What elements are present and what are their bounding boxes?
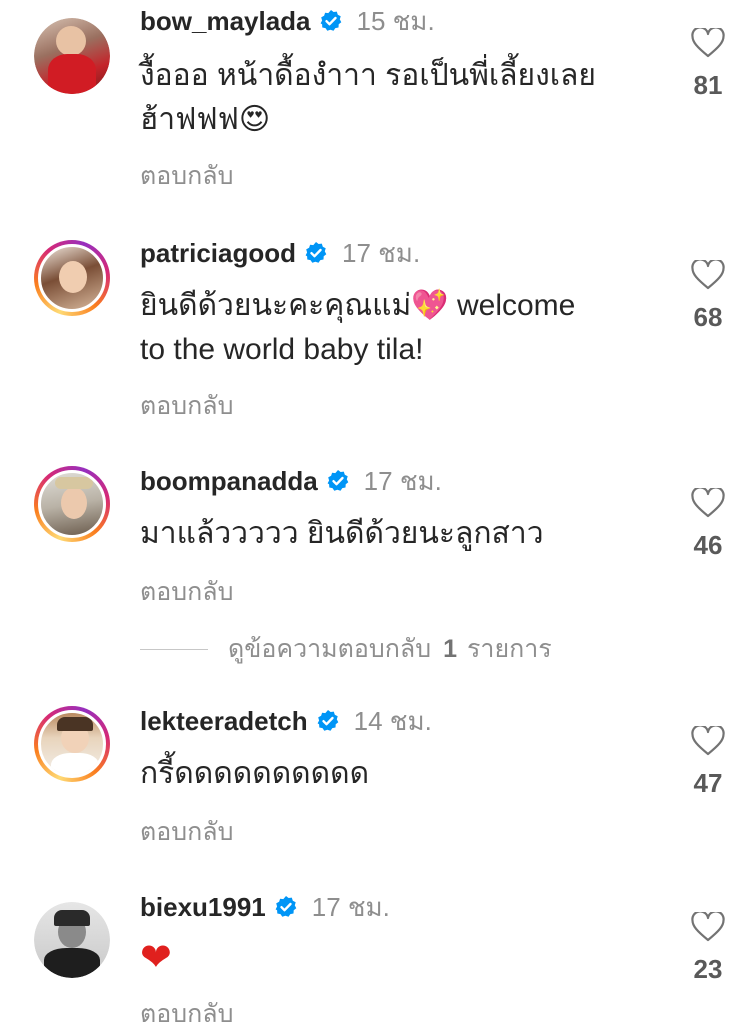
reply-button[interactable]: ตอบกลับ bbox=[140, 156, 233, 196]
username[interactable]: patriciagood bbox=[140, 238, 296, 269]
verified-badge-icon bbox=[320, 10, 341, 31]
reply-button[interactable]: ตอบกลับ bbox=[140, 994, 233, 1034]
like-count: 81 bbox=[693, 70, 723, 100]
like-count: 23 bbox=[693, 954, 723, 984]
comment-text: งื้อออ หน้าดื้องำาา รอเป็นพี่เลี้ยงเลย ฮ… bbox=[140, 54, 660, 142]
comment-text: ยินดีด้วยนะคะคุณแม่💖 welcome to the worl… bbox=[140, 284, 660, 372]
view-replies-count: 1 bbox=[443, 634, 457, 663]
like-button[interactable] bbox=[685, 260, 731, 290]
comment-text-line: กรี้ดดดดดดดดดด bbox=[140, 757, 370, 790]
timestamp: 15 ชม. bbox=[356, 5, 435, 36]
heart-outline-icon bbox=[691, 260, 725, 290]
heart-outline-icon bbox=[691, 912, 725, 942]
comment-text-line: งื้อออ หน้าดื้องำาา รอเป็นพี่เลี้ยงเลย bbox=[140, 59, 596, 92]
username[interactable]: biexu1991 bbox=[140, 892, 266, 923]
avatar[interactable] bbox=[34, 902, 110, 978]
verified-badge-icon bbox=[317, 710, 338, 731]
verified-badge-icon bbox=[327, 470, 348, 491]
like-button[interactable] bbox=[685, 912, 731, 942]
comment-text-line: มาแล้ววววว ยินดีด้วยนะลูกสาว bbox=[140, 517, 544, 550]
verified-badge-icon bbox=[275, 896, 297, 917]
comment-text-line: ยินดีด้วยนะคะคุณแม่💖 welcome bbox=[140, 289, 576, 322]
username[interactable]: bow_maylada bbox=[140, 6, 311, 37]
comment-text-line: to the world baby tila! bbox=[140, 333, 424, 366]
reply-button[interactable]: ตอบกลับ bbox=[140, 812, 233, 852]
like-count: 46 bbox=[693, 530, 723, 560]
like-button[interactable] bbox=[685, 726, 731, 756]
like-count: 47 bbox=[693, 768, 723, 798]
timestamp: 17 ชม. bbox=[363, 465, 442, 496]
reply-button[interactable]: ตอบกลับ bbox=[140, 386, 233, 426]
like-button[interactable] bbox=[685, 28, 731, 58]
view-replies-button[interactable]: ดูข้อความตอบกลับ 1 รายการ bbox=[140, 632, 552, 666]
heart-outline-icon bbox=[691, 28, 725, 58]
like-button[interactable] bbox=[685, 488, 731, 518]
username[interactable]: lekteeradetch bbox=[140, 706, 308, 737]
timestamp: 17 ชม. bbox=[342, 237, 421, 268]
avatar[interactable] bbox=[34, 18, 110, 94]
verified-badge-icon bbox=[305, 242, 327, 263]
timestamp: 14 ชม. bbox=[353, 705, 432, 736]
view-replies-label: ดูข้อความตอบกลับ bbox=[228, 635, 432, 663]
comment-text: กรี้ดดดดดดดดดด bbox=[140, 752, 660, 796]
heart-emoji-icon: ❤ bbox=[140, 937, 172, 979]
divider-line bbox=[140, 648, 208, 650]
reply-button[interactable]: ตอบกลับ bbox=[140, 572, 233, 612]
timestamp: 17 ชม. bbox=[311, 891, 390, 922]
view-replies-suffix: รายการ bbox=[466, 635, 552, 663]
heart-outline-icon bbox=[691, 488, 725, 518]
comment-text: ❤ bbox=[140, 936, 660, 980]
avatar[interactable] bbox=[34, 706, 110, 782]
comment-text-line: ฮ้าฟฟฟ😍 bbox=[140, 103, 271, 136]
heart-outline-icon bbox=[691, 726, 725, 756]
comment-text: มาแล้ววววว ยินดีด้วยนะลูกสาว bbox=[140, 512, 660, 556]
username[interactable]: boompanadda bbox=[140, 466, 318, 497]
avatar[interactable] bbox=[34, 466, 110, 542]
avatar[interactable] bbox=[34, 240, 110, 316]
like-count: 68 bbox=[693, 302, 723, 332]
